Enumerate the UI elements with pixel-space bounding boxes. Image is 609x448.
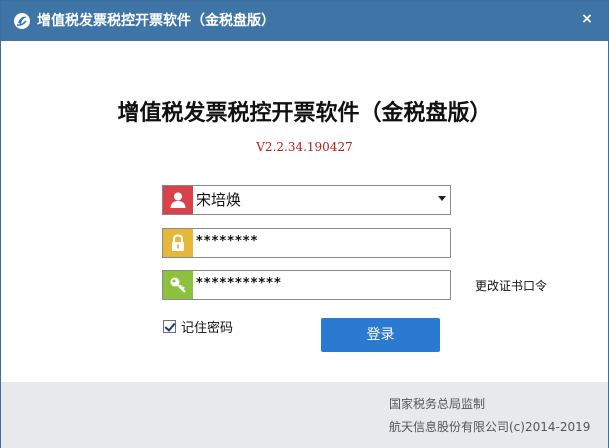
lock-icon bbox=[163, 229, 193, 257]
chevron-down-icon[interactable] bbox=[438, 196, 446, 201]
remember-password-checkbox[interactable]: 记住密码 bbox=[163, 317, 234, 336]
login-button[interactable]: 登录 bbox=[321, 318, 440, 352]
password-value: ******** bbox=[196, 234, 259, 249]
app-logo-icon bbox=[13, 12, 31, 30]
close-button[interactable]: × bbox=[572, 9, 602, 29]
supervisor-text: 国家税务总局监制 bbox=[389, 397, 486, 411]
user-select[interactable]: 宋培焕 bbox=[162, 185, 451, 215]
key-icon bbox=[163, 271, 193, 299]
footer: 国家税务总局监制 航天信息股份有限公司(c)2014-2019 bbox=[1, 382, 608, 448]
user-icon bbox=[163, 186, 193, 214]
login-window: 增值税发票税控开票软件（金税盘版） × 增值税发票税控开票软件（金税盘版） V2… bbox=[0, 0, 609, 448]
password-field[interactable]: ******** bbox=[162, 228, 451, 258]
remember-password-label: 记住密码 bbox=[181, 320, 234, 336]
page-title: 增值税发票税控开票软件（金税盘版） bbox=[117, 101, 492, 126]
change-cert-password-link[interactable]: 更改证书口令 bbox=[475, 278, 547, 294]
cert-password-field[interactable]: *********** bbox=[162, 270, 451, 300]
title-bar: 增值税发票税控开票软件（金税盘版） × bbox=[1, 1, 608, 41]
copyright-text: 航天信息股份有限公司(c)2014-2019 bbox=[389, 420, 591, 434]
version-label: V2.2.34.190427 bbox=[256, 140, 353, 154]
window-title: 增值税发票税控开票软件（金税盘版） bbox=[37, 13, 275, 29]
user-value: 宋培焕 bbox=[196, 191, 242, 209]
checkbox-checked-icon[interactable] bbox=[163, 319, 176, 333]
cert-password-value: *********** bbox=[196, 276, 282, 291]
